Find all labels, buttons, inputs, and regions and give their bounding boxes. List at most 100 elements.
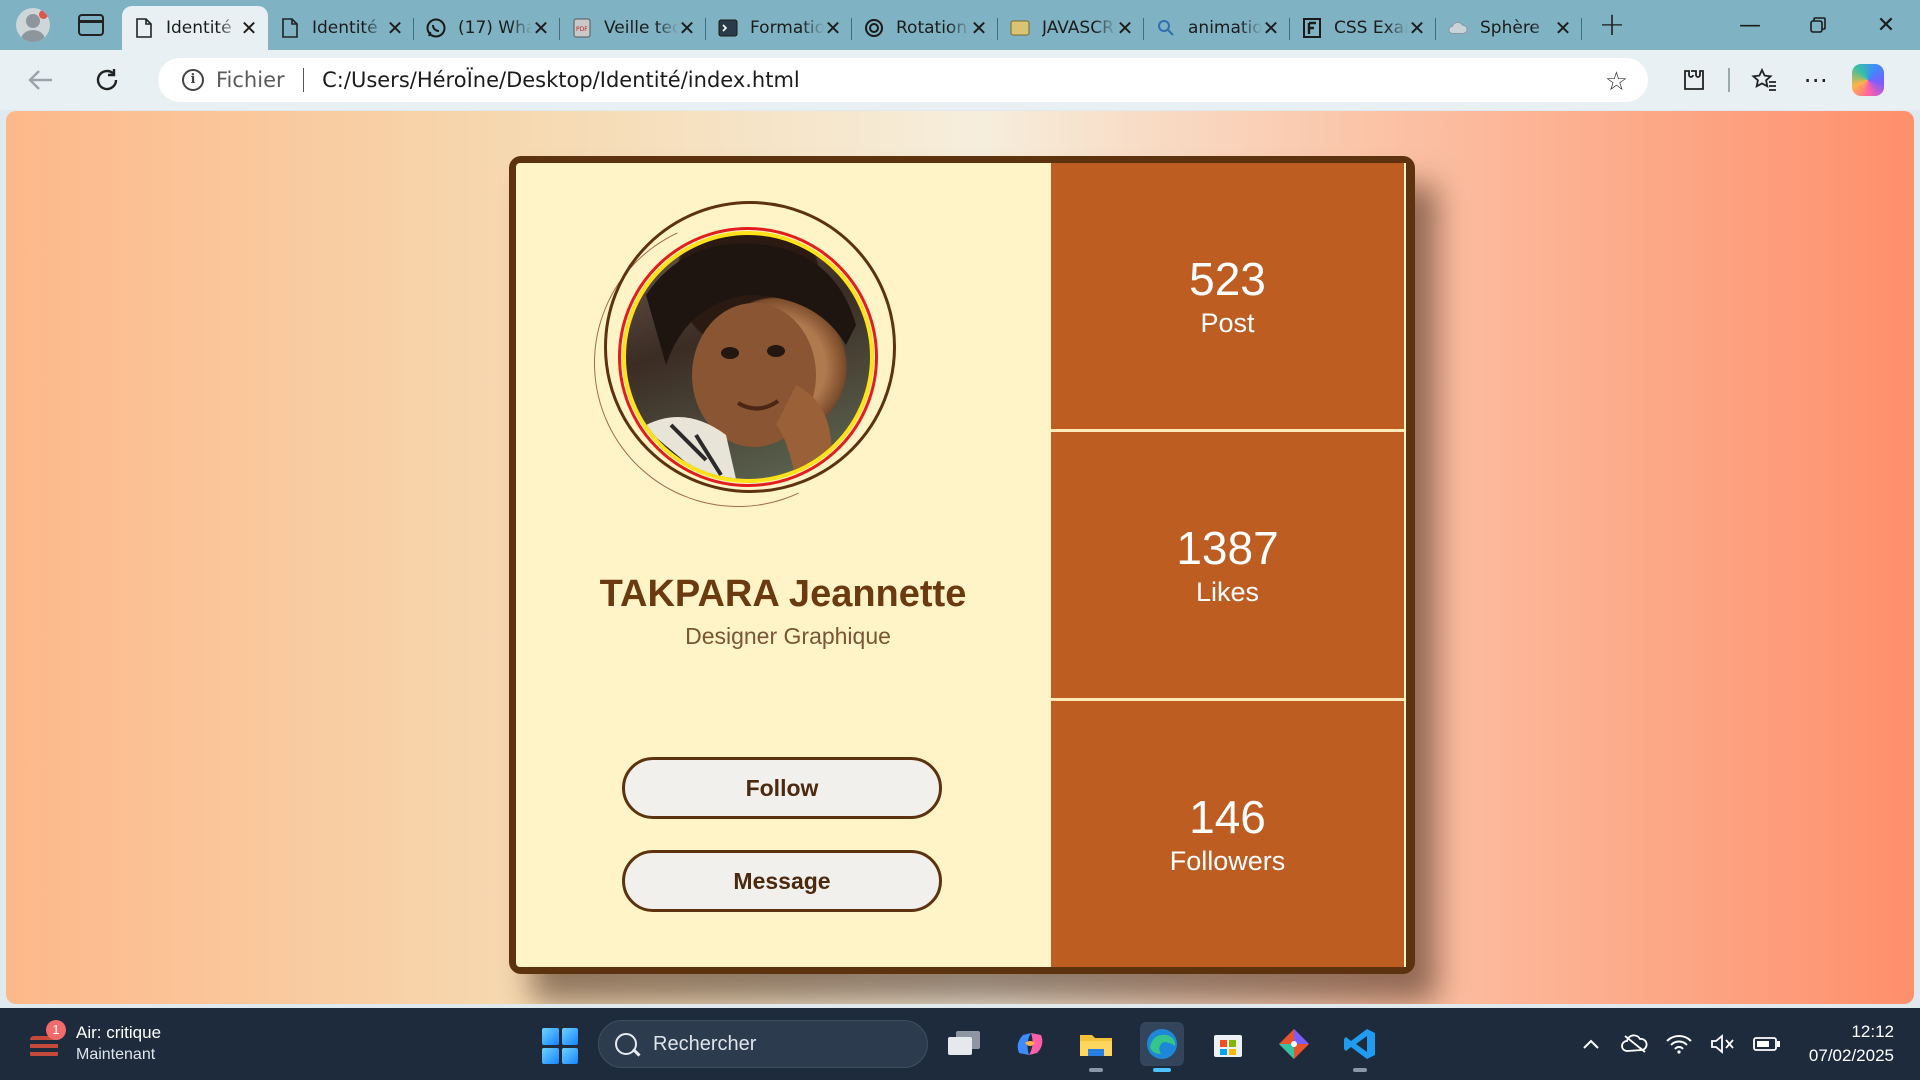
avatar-frame bbox=[553, 178, 923, 548]
favorite-star-icon[interactable]: ☆ bbox=[1605, 67, 1628, 97]
close-window-button[interactable]: ✕ bbox=[1852, 0, 1920, 50]
reload-button[interactable] bbox=[86, 59, 128, 101]
tab-rotation[interactable]: Rotation ✕ bbox=[852, 6, 998, 50]
tab-sphere[interactable]: Sphère ✕ bbox=[1436, 6, 1582, 50]
tab-title: Rotation bbox=[896, 18, 968, 38]
start-button[interactable] bbox=[542, 1028, 578, 1064]
profile-card: TAKPARA Jeannette Designer Graphique Fol… bbox=[509, 156, 1415, 974]
tab-css-examples[interactable]: CSS Examples ✕ bbox=[1290, 6, 1436, 50]
toolbar-divider bbox=[1728, 68, 1730, 92]
profile-name: TAKPARA Jeannette bbox=[599, 573, 967, 615]
tab-formation[interactable]: Formation ✕ bbox=[706, 6, 852, 50]
git-icon[interactable] bbox=[1272, 1022, 1316, 1066]
vscode-icon[interactable] bbox=[1338, 1022, 1382, 1072]
close-icon[interactable]: ✕ bbox=[1554, 18, 1572, 38]
address-bar[interactable]: i Fichier C:/Users/HéroÏne/Desktop/Ident… bbox=[158, 58, 1648, 102]
tab-whatsapp[interactable]: (17) WhatsApp ✕ bbox=[414, 6, 560, 50]
tab-identite-2[interactable]: Identité ✕ bbox=[268, 6, 414, 50]
svg-text:PDF: PDF bbox=[576, 26, 588, 33]
openai-icon bbox=[864, 18, 884, 38]
volume-muted-icon[interactable] bbox=[1701, 1022, 1745, 1066]
message-button[interactable]: Message bbox=[622, 850, 942, 912]
copilot-taskbar-icon[interactable] bbox=[1008, 1022, 1052, 1066]
tab-title: (17) WhatsApp bbox=[458, 18, 532, 38]
tab-veille[interactable]: PDF Veille technologique ✕ bbox=[560, 6, 706, 50]
extensions-icon[interactable] bbox=[1668, 58, 1720, 102]
whatsapp-icon bbox=[426, 18, 446, 38]
terminal-icon bbox=[718, 18, 738, 38]
close-icon[interactable]: ✕ bbox=[1262, 18, 1280, 38]
close-icon[interactable]: ✕ bbox=[678, 18, 696, 38]
close-icon[interactable]: ✕ bbox=[532, 18, 550, 38]
info-icon[interactable]: i bbox=[182, 69, 204, 91]
close-icon[interactable]: ✕ bbox=[386, 18, 404, 38]
search-placeholder: Rechercher bbox=[653, 1032, 757, 1055]
follow-button[interactable]: Follow bbox=[622, 757, 942, 819]
pdf-icon: PDF bbox=[572, 18, 592, 38]
address-url[interactable]: C:/Users/HéroÏne/Desktop/Identité/index.… bbox=[322, 68, 800, 92]
search-icon bbox=[1156, 18, 1176, 38]
close-icon[interactable]: ✕ bbox=[1116, 18, 1134, 38]
address-scheme-label: Fichier bbox=[216, 68, 285, 92]
stat-value: 146 bbox=[1189, 791, 1266, 843]
page-viewport: TAKPARA Jeannette Designer Graphique Fol… bbox=[6, 111, 1914, 1004]
tab-identite-1[interactable]: Identité ✕ bbox=[122, 6, 268, 50]
tab-animation[interactable]: animation ✕ bbox=[1144, 6, 1290, 50]
close-icon[interactable]: ✕ bbox=[1408, 18, 1426, 38]
favorites-icon[interactable] bbox=[1738, 58, 1790, 102]
tab-title: Formation bbox=[750, 18, 824, 38]
stat-likes: 1387 Likes bbox=[1051, 429, 1404, 698]
stats-panel: 523 Post 1387 Likes 146 Followers bbox=[1050, 163, 1406, 967]
system-clock[interactable]: 12:12 07/02/2025 bbox=[1809, 1020, 1894, 1068]
stat-label: Post bbox=[1200, 308, 1255, 338]
onedrive-offline-icon[interactable] bbox=[1613, 1022, 1657, 1066]
address-divider bbox=[302, 68, 305, 92]
stat-label: Likes bbox=[1195, 577, 1260, 607]
stat-followers: 146 Followers bbox=[1051, 698, 1404, 967]
profile-avatar-icon[interactable] bbox=[16, 8, 50, 42]
microsoft-store-icon[interactable] bbox=[1206, 1022, 1250, 1066]
taskbar-search[interactable]: Rechercher bbox=[598, 1020, 928, 1068]
tab-title: CSS Examples bbox=[1334, 18, 1408, 38]
tab-title: JAVASCRIPT bbox=[1042, 18, 1116, 38]
wifi-icon[interactable] bbox=[1657, 1022, 1701, 1066]
stat-value: 1387 bbox=[1176, 522, 1279, 574]
tab-title: Veille technologique bbox=[604, 18, 678, 38]
edge-browser-icon[interactable] bbox=[1140, 1022, 1184, 1072]
task-view-icon[interactable] bbox=[942, 1022, 986, 1066]
document-icon bbox=[134, 18, 154, 38]
back-button[interactable] bbox=[20, 59, 62, 101]
air-quality-icon: 1 bbox=[28, 1020, 66, 1062]
tab-title: animation bbox=[1188, 18, 1262, 38]
tab-title: Identité bbox=[312, 18, 378, 38]
profile-role: Designer Graphique bbox=[685, 623, 891, 649]
f-logo-icon bbox=[1302, 18, 1322, 38]
clock-time: 12:12 bbox=[1851, 1022, 1894, 1041]
profile-panel: TAKPARA Jeannette Designer Graphique Fol… bbox=[516, 163, 1050, 967]
file-explorer-icon[interactable] bbox=[1074, 1022, 1118, 1072]
tab-actions-icon[interactable] bbox=[78, 14, 104, 36]
chevron-up-icon[interactable] bbox=[1569, 1022, 1613, 1066]
more-menu-icon[interactable]: ⋯ bbox=[1790, 58, 1842, 102]
search-icon bbox=[615, 1033, 637, 1055]
copilot-icon[interactable] bbox=[1851, 64, 1884, 96]
close-icon[interactable]: ✕ bbox=[824, 18, 842, 38]
weather-subtitle: Maintenant bbox=[76, 1046, 156, 1063]
browser-toolbar: i Fichier C:/Users/HéroÏne/Desktop/Ident… bbox=[0, 50, 1920, 110]
tab-title: Identité bbox=[166, 18, 232, 38]
restore-button[interactable] bbox=[1784, 0, 1852, 50]
new-tab-button[interactable]: + bbox=[1592, 5, 1632, 45]
cloud-icon bbox=[1448, 18, 1468, 38]
notification-badge: 1 bbox=[46, 1020, 66, 1040]
avatar bbox=[622, 231, 874, 483]
battery-icon[interactable] bbox=[1745, 1022, 1789, 1066]
folder-icon bbox=[1010, 18, 1030, 38]
tab-javascript[interactable]: JAVASCRIPT ✕ bbox=[998, 6, 1144, 50]
close-icon[interactable]: ✕ bbox=[240, 18, 258, 38]
weather-widget[interactable]: 1 Air: critique Maintenant bbox=[28, 1020, 161, 1066]
minimize-button[interactable]: — bbox=[1716, 0, 1784, 50]
stat-value: 523 bbox=[1189, 253, 1266, 305]
close-icon[interactable]: ✕ bbox=[970, 18, 988, 38]
document-icon bbox=[280, 18, 300, 38]
stat-label: Followers bbox=[1169, 846, 1286, 876]
